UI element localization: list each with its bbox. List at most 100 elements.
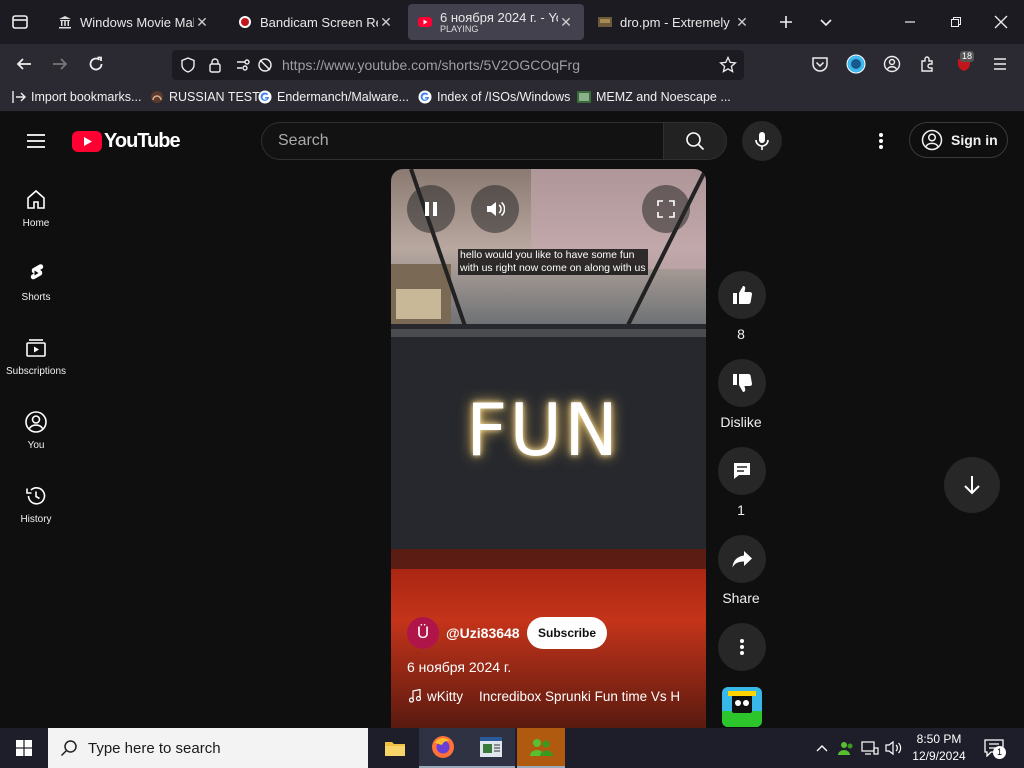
taskbar-search-placeholder: Type here to search	[88, 739, 221, 757]
taskbar-search-input[interactable]: Type here to search	[48, 728, 368, 768]
hamburger-menu-icon[interactable]	[24, 129, 48, 153]
taskbar-clock[interactable]: 8:50 PM 12/9/2024	[908, 731, 970, 765]
record-icon	[238, 15, 252, 29]
bookmark-russian-test[interactable]: RUSSIAN TEST	[150, 90, 260, 104]
bookmark-index-isos[interactable]: Index of /ISOs/Windows	[418, 90, 570, 104]
microphone-icon	[753, 131, 771, 151]
bookmark-star-icon[interactable]	[716, 53, 740, 77]
bookmark-endermanch[interactable]: Endermanch/Malware...	[258, 90, 409, 104]
caption-line: hello would you like to have some fun	[460, 249, 635, 261]
file-explorer-app[interactable]	[371, 728, 419, 768]
fullscreen-icon	[657, 200, 675, 218]
music-ticker[interactable]: wKitty Incredibox Sprunki Fun time Vs H	[409, 687, 691, 705]
chevron-down-icon[interactable]	[814, 10, 838, 34]
close-icon[interactable]: ✕	[558, 14, 574, 31]
tray-people-icon[interactable]	[834, 736, 858, 760]
firefox-icon	[431, 735, 455, 759]
firefox-app[interactable]	[419, 728, 467, 768]
search-icon	[60, 739, 78, 757]
sidebar-item-label: History	[20, 514, 52, 525]
autoplay-blocked-icon[interactable]	[253, 53, 277, 77]
arrow-down-icon	[962, 474, 982, 496]
site-icon	[150, 90, 164, 104]
youtube-logo[interactable]: YouTube	[72, 130, 181, 153]
sidebar-item-home[interactable]: Home	[0, 188, 72, 229]
sidebar-item-you[interactable]: You	[0, 410, 72, 451]
channel-name[interactable]: @Uzi83648	[446, 625, 520, 641]
search-placeholder: Search	[278, 132, 329, 149]
speaker-icon[interactable]	[882, 736, 906, 760]
sound-thumbnail[interactable]	[722, 687, 762, 727]
user-icon	[0, 410, 72, 434]
volume-icon	[485, 200, 505, 218]
network-icon[interactable]	[858, 736, 882, 760]
account-icon[interactable]	[880, 52, 904, 76]
pocket-icon[interactable]	[808, 52, 832, 76]
globe-extension-icon[interactable]	[844, 52, 868, 76]
shield-icon[interactable]	[176, 53, 200, 77]
sidebar-item-subscriptions[interactable]: Subscriptions	[0, 336, 72, 377]
close-window-icon[interactable]	[989, 10, 1013, 34]
search-button[interactable]	[663, 122, 727, 160]
tab-windows-movie-maker[interactable]: Windows Movie Maker ✕	[48, 4, 220, 40]
tab-dro-pm[interactable]: dro.pm - Extremely Sh ✕	[588, 4, 760, 40]
account-icon	[921, 129, 943, 151]
import-icon	[12, 90, 26, 104]
url-text[interactable]: https://www.youtube.com/shorts/5V2OGCOqF…	[282, 57, 580, 73]
pause-button[interactable]	[407, 185, 455, 233]
bandicam-app[interactable]	[517, 728, 565, 768]
movie-maker-app[interactable]	[467, 728, 515, 768]
tab-list-icon[interactable]	[8, 10, 32, 34]
voice-search-button[interactable]	[742, 121, 782, 161]
comment-icon	[731, 460, 753, 482]
bookmark-memz[interactable]: MEMZ and Noescape ...	[577, 90, 731, 104]
tab-title: dro.pm - Extremely Sh	[620, 14, 734, 30]
tab-youtube-active[interactable]: 6 ноября 2024 г. - You PLAYING ✕	[408, 4, 584, 40]
volume-button[interactable]	[471, 185, 519, 233]
notification-count-badge: 1	[993, 746, 1006, 759]
subscribe-button[interactable]: Subscribe	[527, 617, 608, 649]
permissions-icon[interactable]	[231, 53, 255, 77]
fullscreen-button[interactable]	[642, 185, 690, 233]
bookmark-import[interactable]: Import bookmarks...	[12, 90, 141, 104]
music-title: Incredibox Sprunki Fun time Vs H	[479, 688, 681, 704]
tray-chevron-up-icon[interactable]	[810, 736, 834, 760]
reload-icon[interactable]	[84, 52, 108, 76]
share-button[interactable]	[718, 535, 766, 583]
short-title[interactable]: 6 ноября 2024 г.	[407, 659, 511, 675]
window-app-icon	[479, 736, 503, 758]
like-count: 8	[737, 326, 745, 342]
close-icon[interactable]: ✕	[194, 14, 210, 31]
video-caption: hello would you like to have some fun wi…	[458, 249, 648, 275]
thumb-icon	[577, 90, 591, 104]
sign-in-button[interactable]: Sign in	[909, 122, 1008, 158]
minimize-icon[interactable]	[898, 10, 922, 34]
shorts-icon	[0, 262, 72, 286]
start-button[interactable]	[0, 728, 48, 768]
pause-icon	[423, 200, 439, 218]
close-icon[interactable]: ✕	[378, 14, 394, 31]
like-button[interactable]	[718, 271, 766, 319]
close-icon[interactable]: ✕	[734, 14, 750, 31]
music-prefix: wKitty	[427, 688, 464, 704]
dislike-button[interactable]	[718, 359, 766, 407]
tab-bandicam[interactable]: Bandicam Screen Reco ✕	[228, 4, 404, 40]
next-short-button[interactable]	[944, 457, 1000, 513]
forward-arrow-icon[interactable]	[48, 52, 72, 76]
sidebar-item-label: You	[27, 440, 45, 451]
extensions-icon[interactable]	[916, 52, 940, 76]
back-arrow-icon[interactable]	[12, 52, 36, 76]
more-options-icon[interactable]	[869, 129, 893, 153]
new-tab-icon[interactable]	[774, 10, 798, 34]
sidebar-item-shorts[interactable]: Shorts	[0, 262, 72, 303]
menu-icon[interactable]	[988, 52, 1012, 76]
channel-avatar[interactable]: Ü	[407, 617, 439, 649]
more-actions-button[interactable]	[718, 623, 766, 671]
home-icon	[0, 188, 72, 212]
thumbs-down-icon	[731, 372, 753, 394]
comments-button[interactable]	[718, 447, 766, 495]
share-icon	[731, 548, 753, 570]
lock-icon[interactable]	[203, 53, 227, 77]
sidebar-item-history[interactable]: History	[0, 484, 72, 525]
restore-icon[interactable]	[944, 10, 968, 34]
